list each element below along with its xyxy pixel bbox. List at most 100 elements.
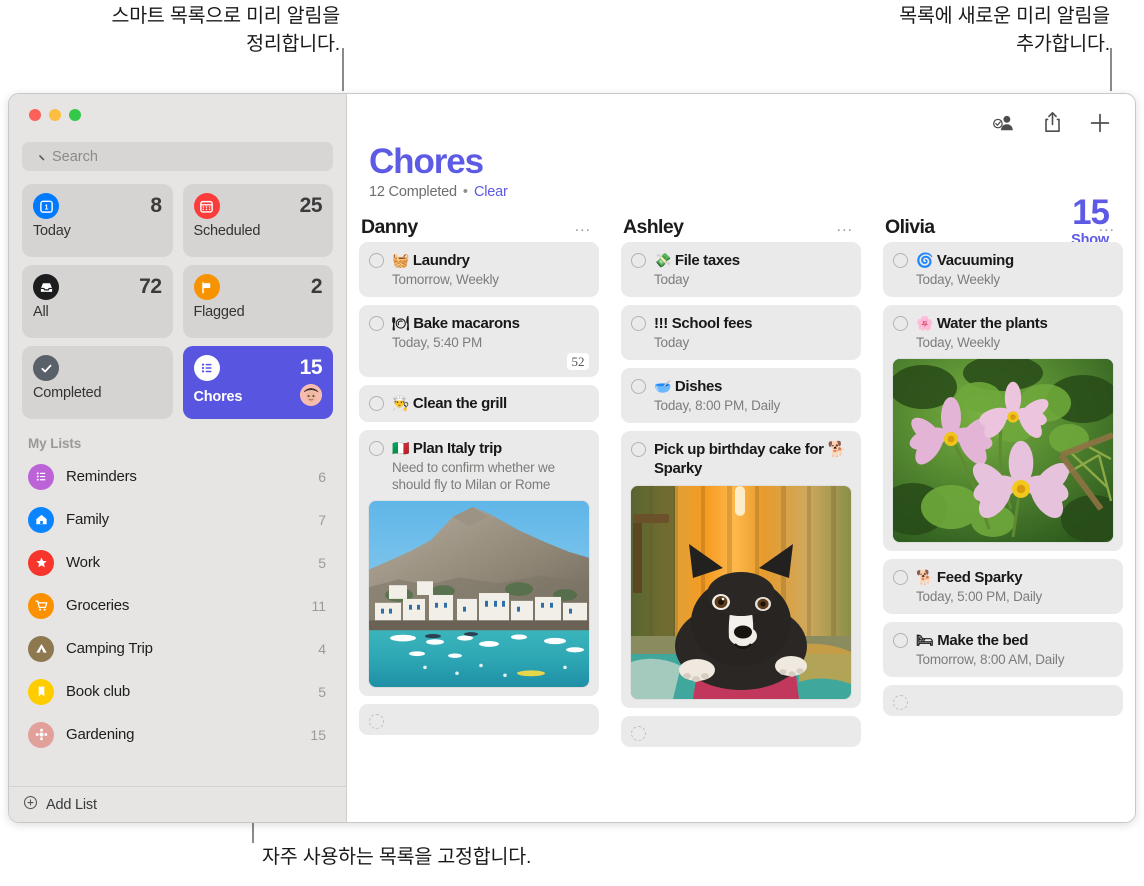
attachment-photo-dog[interactable] (631, 486, 851, 699)
add-list-button[interactable]: Add List (9, 786, 346, 822)
complete-checkbox[interactable] (893, 633, 908, 648)
complete-checkbox[interactable] (369, 316, 384, 331)
flower-icon (28, 721, 54, 748)
list-item-gardening[interactable]: Gardening 15 (22, 713, 333, 756)
reminder-card[interactable]: !!! School fees Today (621, 305, 861, 360)
reminder-card[interactable]: 🇮🇹 Plan Italy trip Need to confirm wheth… (359, 430, 599, 696)
flag-icon (193, 274, 220, 300)
dog-icon: 🐕 (916, 569, 934, 585)
reminder-card[interactable]: 👨‍🍳 Clean the grill (359, 385, 599, 422)
reminder-title-text: Pick up birthday cake for 🐕 Sparky (654, 441, 846, 477)
remaining-count-block: 15 Show (1071, 193, 1110, 249)
reminder-card[interactable]: 🍽 Bake macarons Today, 5:40 PM 52 (359, 305, 599, 377)
list-item-label: Groceries (66, 597, 130, 614)
close-button[interactable] (29, 109, 41, 121)
complete-checkbox[interactable] (369, 714, 384, 729)
smart-list-today[interactable]: 1 8 Today (22, 184, 173, 257)
search-container: Search (9, 136, 346, 171)
reminder-card[interactable]: 🌸 Water the plants Today, Weekly (883, 305, 1123, 551)
list-item-groceries[interactable]: Groceries 11 (22, 584, 333, 627)
complete-checkbox[interactable] (631, 316, 646, 331)
completed-count-label: 12 Completed (369, 184, 457, 200)
attachment-photo-flowers[interactable] (893, 359, 1113, 542)
smart-list-chores-count: 15 (299, 356, 323, 379)
column-title: Danny (361, 215, 418, 238)
reminder-title-text: Water the plants (936, 315, 1048, 332)
smart-list-scheduled[interactable]: 25 Scheduled (182, 184, 333, 257)
reminder-title: 💸 File taxes (654, 251, 740, 270)
reminder-card[interactable]: Pick up birthday cake for 🐕 Sparky (621, 431, 861, 708)
reminder-card[interactable]: 💸 File taxes Today (621, 242, 861, 297)
clear-button[interactable]: Clear (474, 184, 508, 200)
list-bullet-icon (28, 463, 54, 490)
reminder-card[interactable]: 🐕 Feed Sparky Today, 5:00 PM, Daily (883, 559, 1123, 614)
chef-icon: 👨‍🍳 (392, 395, 410, 411)
smart-list-completed-label: Completed (33, 385, 102, 401)
complete-checkbox[interactable] (893, 695, 908, 710)
toolbar (347, 94, 1135, 142)
remaining-count: 15 (1072, 193, 1110, 232)
annotation-smart-lists-leader (342, 48, 344, 91)
reminder-title-text: Vacuuming (936, 252, 1014, 269)
reminder-subtitle: Today (654, 335, 690, 350)
svg-text:1: 1 (44, 204, 48, 211)
smart-list-chores[interactable]: 15 Chores (182, 346, 333, 419)
reminder-card[interactable]: 🧺 Laundry Tomorrow, Weekly (359, 242, 599, 297)
add-reminder-button[interactable] (1089, 112, 1111, 139)
reminder-card[interactable]: 🌀 Vacuuming Today, Weekly (883, 242, 1123, 297)
complete-checkbox[interactable] (631, 379, 646, 394)
list-item-camping-trip[interactable]: Camping Trip 4 (22, 627, 333, 670)
reminder-subtitle: Today (654, 272, 690, 287)
column-header: Danny ... (359, 212, 599, 242)
reminder-title: !!! School fees (654, 314, 752, 333)
search-input[interactable]: Search (22, 142, 333, 171)
column-menu-button[interactable]: ... (837, 219, 853, 235)
complete-checkbox[interactable] (369, 441, 384, 456)
smart-list-scheduled-label: Scheduled (193, 223, 261, 239)
search-icon (31, 147, 45, 166)
my-lists: Reminders 6 Family 7 Work 5 Groceries 11… (9, 455, 346, 786)
new-reminder-row[interactable] (883, 685, 1123, 716)
annotation-smart-lists-line2: 정리합니다. (246, 33, 340, 55)
reminder-note: Need to confirm whether we should fly to… (392, 460, 555, 492)
smart-list-all[interactable]: 72 All (22, 265, 173, 338)
new-reminder-row[interactable] (621, 716, 861, 747)
complete-checkbox[interactable] (369, 396, 384, 411)
star-icon (28, 549, 54, 576)
attachment-badge[interactable]: 52 (567, 353, 589, 370)
reminder-card[interactable]: 🛏 Make the bed Tomorrow, 8:00 AM, Daily (883, 622, 1123, 677)
minimize-button[interactable] (49, 109, 61, 121)
bookmark-icon (28, 678, 54, 705)
column-menu-button[interactable]: ... (575, 219, 591, 235)
complete-checkbox[interactable] (369, 253, 384, 268)
maximize-button[interactable] (69, 109, 81, 121)
share-people-icon[interactable] (991, 113, 1016, 138)
list-item-book-club[interactable]: Book club 5 (22, 670, 333, 713)
list-item-family[interactable]: Family 7 (22, 498, 333, 541)
main-content: Chores 12 Completed • Clear 15 Show Dann… (347, 94, 1135, 822)
complete-checkbox[interactable] (631, 253, 646, 268)
complete-checkbox[interactable] (631, 442, 646, 457)
complete-checkbox[interactable] (631, 726, 646, 741)
list-item-reminders[interactable]: Reminders 6 (22, 455, 333, 498)
list-item-label: Work (66, 554, 100, 571)
list-item-label: Camping Trip (66, 640, 153, 657)
complete-checkbox[interactable] (893, 316, 908, 331)
reminder-card[interactable]: 🥣 Dishes Today, 8:00 PM, Daily (621, 368, 861, 423)
column-header: Ashley ... (621, 212, 861, 242)
share-icon[interactable] (1043, 111, 1062, 139)
list-item-work[interactable]: Work 5 (22, 541, 333, 584)
reminder-subtitle: Tomorrow, 8:00 AM, Daily (916, 652, 1065, 667)
smart-list-flagged[interactable]: 2 Flagged (182, 265, 333, 338)
smart-list-completed[interactable]: Completed (22, 346, 173, 419)
reminder-subtitle: Today, 5:40 PM (392, 335, 482, 350)
attachment-photo-italy[interactable] (369, 501, 589, 687)
smart-list-chores-label: Chores (193, 389, 243, 405)
smart-list-all-count: 72 (139, 275, 162, 298)
complete-checkbox[interactable] (893, 253, 908, 268)
new-reminder-row[interactable] (359, 704, 599, 735)
list-item-count: 15 (310, 726, 326, 743)
reminder-subtitle: Today, Weekly (916, 272, 1000, 287)
sidebar: Search 1 8 Today 25 Scheduled 72 All 2 F… (9, 94, 347, 822)
complete-checkbox[interactable] (893, 570, 908, 585)
